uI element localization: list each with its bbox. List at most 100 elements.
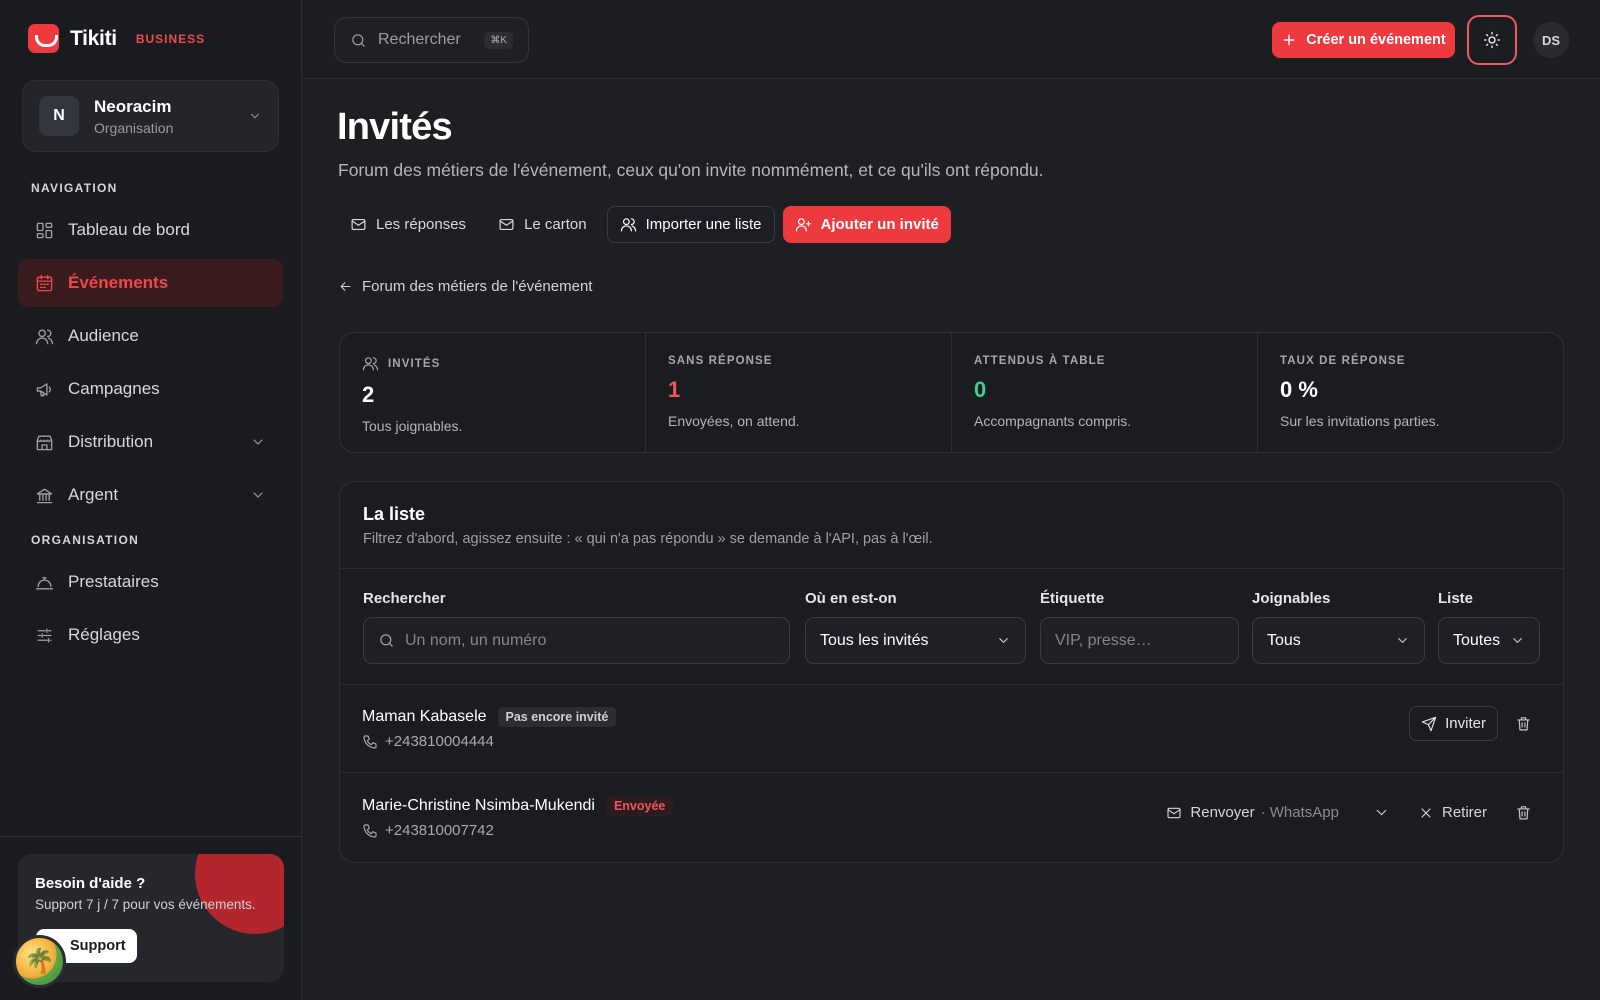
list-select[interactable]: Toutes (1438, 617, 1540, 664)
filter-label: Liste (1438, 590, 1474, 607)
sidebar-item-dashboard[interactable]: Tableau de bord (18, 206, 283, 254)
table-row: Maman Kabasele Pas encore invité +243810… (340, 685, 1563, 773)
chevron-down-icon (250, 434, 266, 450)
phone-icon (362, 734, 385, 750)
invite-button[interactable]: Inviter (1409, 706, 1498, 741)
close-icon (1418, 805, 1442, 821)
sidebar-item-label: Audience (68, 326, 139, 345)
stat-label: SANS RÉPONSE (668, 355, 773, 367)
chevron-down-icon (250, 487, 266, 503)
guest-phone: +243810007742 (385, 822, 494, 839)
sidebar-item-money[interactable]: Argent (18, 471, 283, 519)
sidebar: Tikiti BUSINESS N Neoracim Organisation … (0, 0, 302, 1000)
phone-icon (362, 823, 385, 839)
create-event-button[interactable]: Créer un événement (1272, 22, 1455, 58)
org-switcher[interactable]: N Neoracim Organisation (22, 80, 279, 152)
sliders-icon (35, 626, 54, 645)
dashboard-icon (35, 221, 54, 240)
brand-logo[interactable]: Tikiti BUSINESS (28, 24, 205, 53)
sidebar-item-label: Prestataires (68, 572, 159, 591)
chevron-down-icon (1373, 804, 1390, 821)
users-icon (35, 327, 54, 346)
guest-list-card: La liste Filtrez d'abord, agissez ensuit… (339, 481, 1564, 863)
delete-button[interactable] (1506, 795, 1541, 830)
mail-icon (350, 216, 376, 233)
users-icon (620, 216, 646, 233)
stat-label: ATTENDUS À TABLE (974, 355, 1106, 367)
guest-phone: +243810004444 (385, 733, 494, 750)
brand-badge: BUSINESS (135, 31, 206, 46)
search-placeholder: Un nom, un numéro (405, 631, 547, 649)
sidebar-item-label: Tableau de bord (68, 220, 190, 239)
guest-name: Maman Kabasele (362, 708, 487, 725)
filter-label: Étiquette (1040, 590, 1105, 607)
resend-button[interactable]: Renvoyer · WhatsApp (1155, 795, 1350, 830)
search-icon (378, 632, 395, 649)
stat-response-rate: TAUX DE RÉPONSE 0 % Sur les invitations … (1258, 333, 1563, 452)
tag-input[interactable]: VIP, presse… (1040, 617, 1239, 664)
invite-label: Inviter (1445, 715, 1486, 732)
theme-toggle-button[interactable] (1467, 15, 1517, 65)
nav-section-title: NAVIGATION (31, 181, 118, 195)
page-subtitle: Forum des métiers de l'événement, ceux q… (338, 160, 1044, 180)
bank-icon (35, 486, 54, 505)
stat-desc: Sur les invitations parties. (1280, 413, 1440, 429)
chevron-down-icon (1395, 633, 1410, 648)
list-value: Toutes (1453, 631, 1501, 649)
sidebar-item-label: Événements (68, 273, 169, 292)
service-bell-icon (35, 573, 54, 592)
users-icon (362, 355, 388, 372)
help-subtitle: Support 7 j / 7 pour vos événements. (35, 897, 256, 912)
back-to-event-link[interactable]: Forum des métiers de l'événement (338, 278, 592, 295)
status-badge: Pas encore invité (497, 707, 617, 727)
invitation-card-label: Le carton (524, 216, 587, 233)
mail-icon (1166, 805, 1190, 821)
sidebar-item-campaigns[interactable]: Campagnes (18, 365, 283, 413)
stat-value: 1 (668, 377, 681, 402)
back-link-label: Forum des métiers de l'événement (362, 278, 593, 295)
filter-label: Joignables (1252, 590, 1331, 607)
stat-desc: Accompagnants compris. (974, 413, 1132, 429)
delete-button[interactable] (1506, 706, 1541, 741)
status-value: Tous les invités (820, 631, 929, 649)
org-role: Organisation (94, 119, 174, 136)
channel-label: · WhatsApp (1260, 804, 1339, 821)
add-guest-button[interactable]: Ajouter un invité (782, 206, 951, 243)
chevron-down-icon (996, 633, 1011, 648)
send-icon (1421, 716, 1445, 732)
sidebar-item-distribution[interactable]: Distribution (18, 418, 283, 466)
user-avatar[interactable]: DS (1533, 22, 1569, 58)
brand-name: Tikiti (70, 26, 117, 50)
sidebar-item-label: Réglages (68, 625, 140, 644)
store-icon (35, 433, 54, 452)
sidebar-item-providers[interactable]: Prestataires (18, 558, 283, 606)
chevron-down-icon (1510, 633, 1525, 648)
calendar-icon (35, 274, 54, 293)
sidebar-item-events[interactable]: Événements (18, 259, 283, 307)
search-placeholder: Rechercher (378, 31, 461, 48)
topbar: Rechercher ⌘K Créer un événement DS (302, 0, 1600, 79)
sidebar-divider (0, 836, 302, 837)
sidebar-item-label: Argent (68, 485, 119, 504)
divider (340, 568, 1563, 569)
reachable-value: Tous (1267, 631, 1301, 649)
guest-search-input[interactable]: Un nom, un numéro (363, 617, 790, 664)
stat-expected: ATTENDUS À TABLE 0 Accompagnants compris… (952, 333, 1258, 452)
sidebar-item-settings[interactable]: Réglages (18, 611, 283, 659)
reachable-select[interactable]: Tous (1252, 617, 1425, 664)
palm-tree-avatar-icon[interactable]: 🌴 (13, 935, 66, 988)
status-select[interactable]: Tous les invités (805, 617, 1026, 664)
sidebar-item-label: Campagnes (68, 379, 160, 398)
channel-dropdown-button[interactable] (1364, 795, 1399, 830)
import-list-button[interactable]: Importer une liste (606, 206, 775, 243)
invitation-card-button[interactable]: Le carton (486, 206, 599, 243)
responses-button[interactable]: Les réponses (338, 206, 478, 243)
stat-value: 0 (974, 377, 987, 402)
status-badge: Envoyée (605, 796, 674, 816)
global-search[interactable]: Rechercher ⌘K (334, 17, 529, 63)
megaphone-icon (35, 380, 54, 399)
sidebar-item-audience[interactable]: Audience (18, 312, 283, 360)
trash-icon (1515, 804, 1532, 821)
sun-icon (1483, 31, 1501, 49)
withdraw-button[interactable]: Retirer (1407, 795, 1498, 830)
